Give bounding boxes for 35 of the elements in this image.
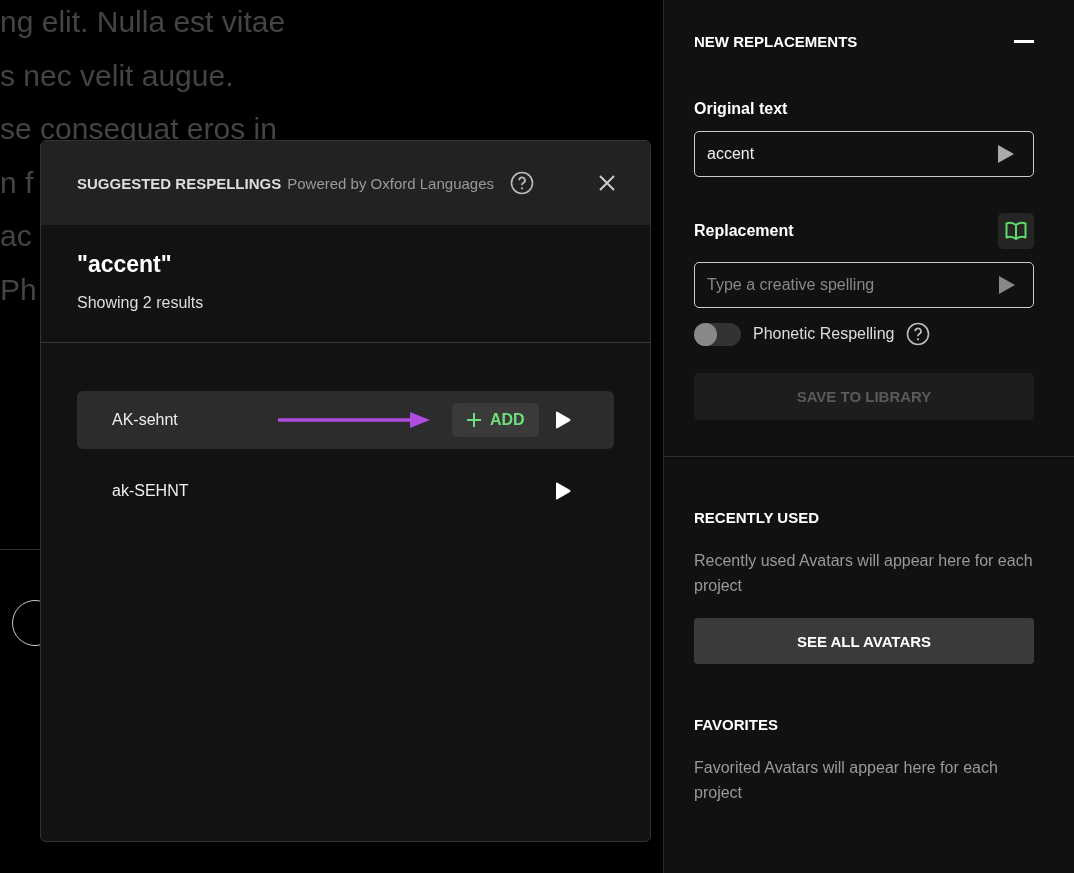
query-word: "accent" [77, 251, 172, 278]
section-title: RECENTLY USED [694, 509, 820, 526]
section-title: NEW REPLACEMENTS [694, 33, 858, 50]
play-icon[interactable] [554, 410, 572, 430]
dialog-subtitle: Powered by Oxford Languages [287, 174, 494, 192]
field-label: Replacement [694, 222, 794, 240]
background-text: se consequat eros in [0, 111, 277, 147]
field-label: Original text [694, 100, 788, 118]
background-text: Ph [0, 271, 37, 308]
section-description: Recently used Avatars will appear here for each project [694, 551, 1034, 596]
result-count: Showing 2 results [77, 294, 204, 312]
section-description: Favorited Avatars will appear here for each project [694, 758, 999, 803]
input-field[interactable]: accent [694, 131, 1034, 177]
background-text: s nec velit augue. [0, 57, 234, 94]
toggle-switch[interactable] [694, 322, 741, 346]
play-icon[interactable] [997, 144, 1015, 164]
dialog-title: SUGGESTED RESPELLINGS [77, 174, 282, 192]
toggle-label: Phonetic Respelling [753, 325, 895, 343]
add-button[interactable]: ADD [452, 403, 539, 437]
play-icon[interactable] [554, 481, 572, 501]
plus-icon [466, 412, 482, 428]
book-icon [1005, 221, 1027, 241]
respelling-text: AK-sehnt [112, 411, 179, 429]
background-text: n f [0, 164, 34, 201]
help-icon[interactable] [510, 171, 534, 195]
close-icon[interactable] [598, 174, 616, 192]
background-text: ac [0, 218, 32, 254]
section-title: FAVORITES [694, 716, 778, 733]
background-text: ng elit. Nulla est vitae [0, 4, 286, 40]
book-button[interactable] [998, 213, 1034, 249]
input-field[interactable]: Type a creative spelling [694, 262, 1034, 308]
see-all-button[interactable]: SEE ALL AVATARS [694, 618, 1034, 664]
result-row[interactable]: AK-sehnt ADD [77, 391, 614, 449]
help-icon[interactable] [906, 322, 931, 346]
respelling-text: ak-SEHNT [112, 482, 190, 500]
